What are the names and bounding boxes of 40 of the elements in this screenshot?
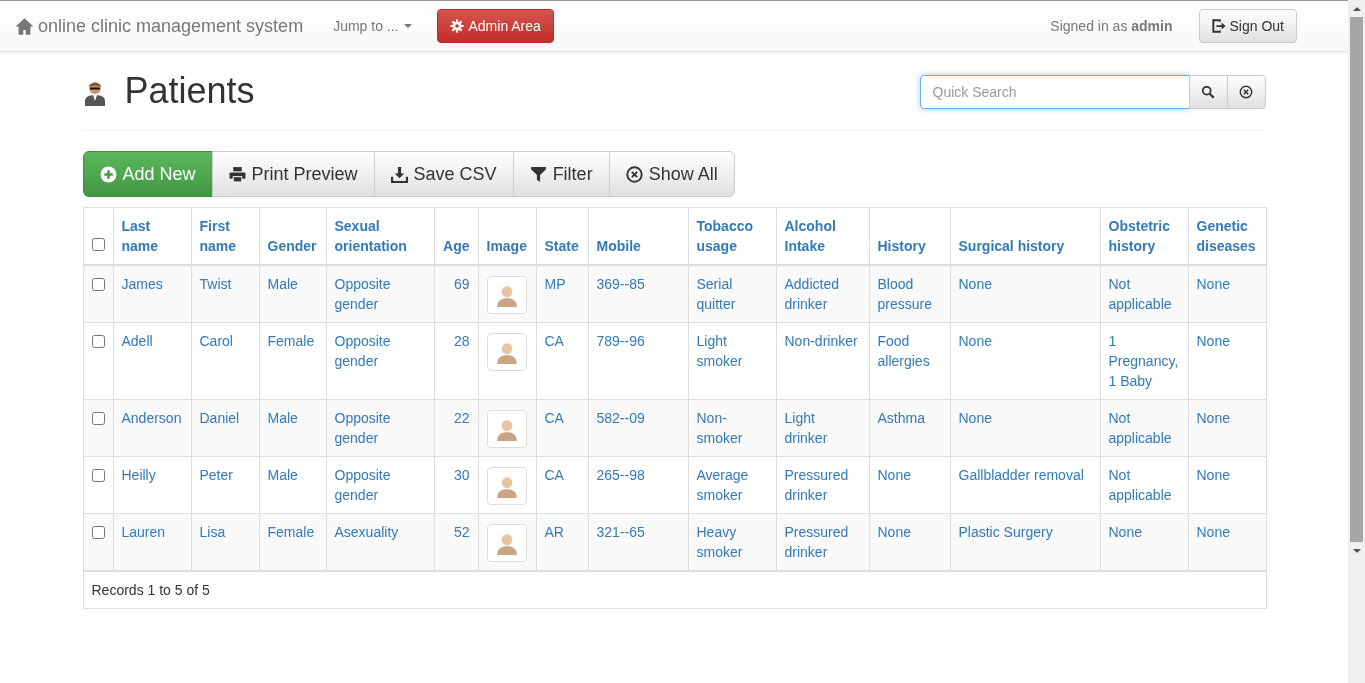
table-cell-link[interactable]: CA <box>544 331 580 351</box>
caret-icon <box>404 24 413 28</box>
clear-icon <box>1239 85 1253 99</box>
save-csv-button[interactable]: Save CSV <box>373 151 514 197</box>
gear-icon <box>450 19 465 33</box>
circle-x-icon <box>625 165 643 183</box>
clear-search-button[interactable] <box>1226 75 1266 109</box>
row-checkbox[interactable] <box>91 469 105 482</box>
printer-icon <box>228 165 246 183</box>
records-count: Records 1 to 5 of 5 <box>83 571 1266 608</box>
filter-button[interactable]: Filter <box>512 151 610 197</box>
scrollbar[interactable] <box>1348 0 1365 683</box>
show-all-button[interactable]: Show All <box>608 151 735 197</box>
column-header[interactable]: Genetic diseases <box>1196 216 1258 256</box>
search-icon <box>1201 85 1215 99</box>
signed-in-text: Signed in as admin <box>1050 18 1173 34</box>
sign-out-icon <box>1211 19 1226 33</box>
quick-search-field[interactable]: Quick Search <box>919 75 1190 109</box>
row-checkbox[interactable] <box>91 526 105 539</box>
row-checkbox[interactable] <box>91 412 105 425</box>
page-title: Patients <box>124 70 255 112</box>
download-icon <box>390 165 408 183</box>
table-cell-link[interactable]: Female <box>267 331 318 351</box>
row-checkbox[interactable] <box>91 335 105 348</box>
add-new-button[interactable]: Add New <box>82 151 213 197</box>
select-all-checkbox[interactable] <box>91 238 105 251</box>
scrollbar-thumb[interactable] <box>1350 17 1363 542</box>
sign-out-button[interactable]: Sign Out <box>1198 9 1297 43</box>
table-cell-link[interactable]: 28 <box>442 331 470 351</box>
admin-area-button[interactable]: Admin Area <box>437 9 554 43</box>
filter-icon <box>529 165 547 183</box>
home-link[interactable]: online clinic management system <box>15 15 304 37</box>
row-checkbox[interactable] <box>91 278 105 291</box>
print-preview-button[interactable]: Print Preview <box>211 151 375 197</box>
user-icon <box>82 80 107 106</box>
search-button[interactable] <box>1188 75 1228 109</box>
home-icon <box>15 16 34 36</box>
plus-circle-icon <box>99 165 117 183</box>
table-cell-link[interactable]: Carol <box>199 331 251 351</box>
jump-to-menu[interactable]: Jump to ... <box>333 18 413 34</box>
